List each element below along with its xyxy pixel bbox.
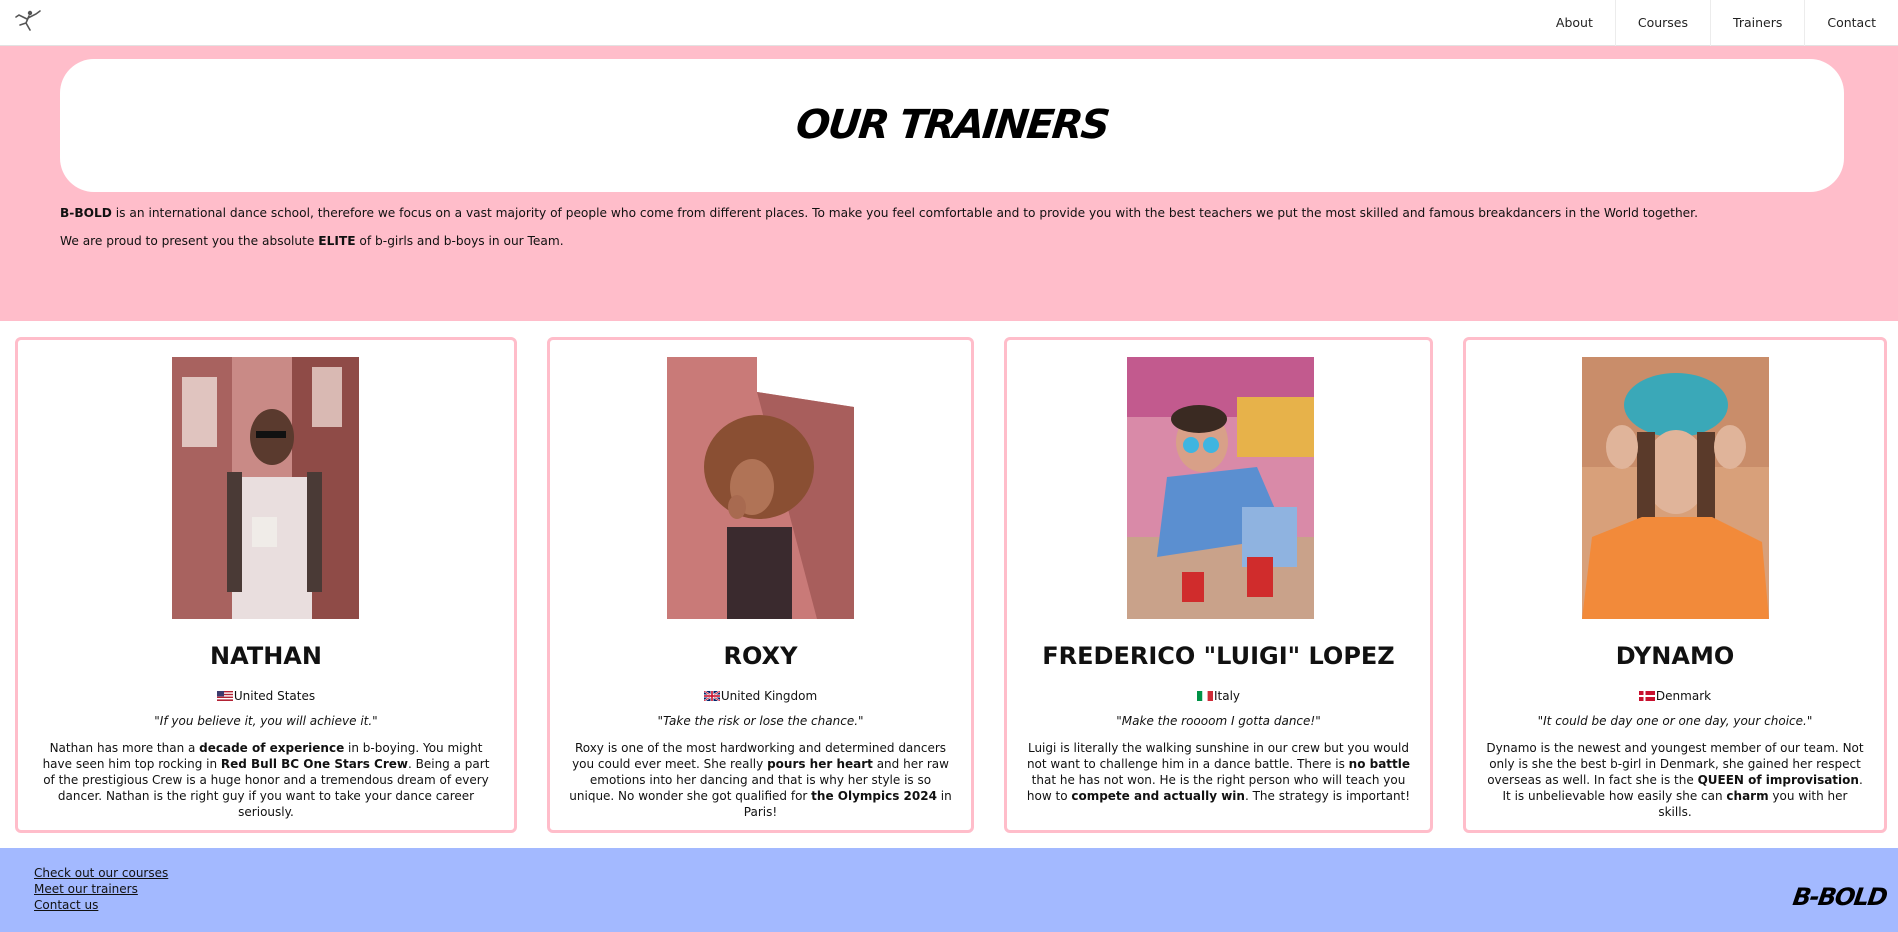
italy-flag-icon [1196, 690, 1213, 701]
description-highlight: the Olympics 2024 [811, 789, 937, 803]
trainer-description: Nathan has more than a decade of experie… [36, 740, 496, 820]
trainer-quote: "Make the roooom I gotta dance!" [1116, 714, 1321, 728]
description-highlight: QUEEN of improvisation [1697, 773, 1859, 787]
footer-link-contact[interactable]: Contact us [34, 897, 168, 913]
trainer-country: United States [18, 689, 514, 703]
nav-link-trainers[interactable]: Trainers [1710, 0, 1804, 46]
elite-text-before: We are proud to present you the absolute [60, 234, 319, 248]
trainer-name: DYNAMO [1615, 642, 1735, 670]
uk-flag-icon [703, 690, 721, 702]
trainer-photo-roxy [667, 357, 854, 619]
trainer-quote: "Take the risk or lose the chance." [657, 714, 864, 728]
brand-name: B-BOLD [60, 206, 112, 220]
nav-links: About Courses Trainers Contact [1534, 0, 1898, 46]
trainer-photo-dynamo [1582, 357, 1769, 619]
trainer-country: Italy [1007, 689, 1430, 703]
trainer-name: ROXY [723, 642, 798, 670]
intro-paragraph: B-BOLD is an international dance school,… [60, 206, 1698, 220]
description-highlight: no battle [1348, 757, 1411, 771]
nav-link-courses[interactable]: Courses [1614, 0, 1710, 46]
nav-link-about[interactable]: About [1534, 0, 1615, 46]
trainer-description: Dynamo is the newest and youngest member… [1484, 740, 1866, 820]
trainer-card-dynamo: DYNAMO Denmark "It could be day one or o… [1463, 337, 1887, 833]
country-label: Denmark [1655, 689, 1712, 703]
trainer-country: Denmark [1466, 689, 1884, 703]
top-navbar: About Courses Trainers Contact [0, 0, 1898, 46]
description-highlight: charm [1726, 789, 1769, 803]
trainer-quote: "It could be day one or one day, your ch… [1537, 714, 1813, 728]
description-highlight: compete and actually win [1071, 789, 1245, 803]
trainer-photo-nathan [172, 357, 359, 619]
description-highlight: decade of experience [199, 741, 345, 755]
nav-link-contact[interactable]: Contact [1804, 0, 1898, 46]
denmark-flag-icon [1638, 690, 1655, 701]
elite-paragraph: We are proud to present you the absolute… [60, 234, 564, 248]
country-label: United States [233, 689, 316, 703]
trainer-name: NATHAN [210, 642, 322, 670]
description-highlight: pours her heart [767, 757, 873, 771]
description-text: Nathan has more than a [49, 741, 200, 755]
trainer-photo-luigi [1127, 357, 1314, 619]
intro-text: is an international dance school, theref… [111, 206, 1698, 220]
footer-links: Check out our courses Meet our trainers … [34, 865, 168, 913]
trainer-name: FREDERICO "LUIGI" LOPEZ [1042, 642, 1395, 670]
page-title: OUR TRAINERS [793, 102, 1111, 148]
footer: Check out our courses Meet our trainers … [0, 848, 1898, 932]
footer-brand-logo: B-BOLD [1790, 883, 1888, 911]
trainer-quote: "If you believe it, you will achieve it.… [154, 714, 378, 728]
country-label: United Kingdom [720, 689, 818, 703]
trainer-card-roxy: ROXY United Kingdom "Take the risk or lo… [547, 337, 974, 833]
trainer-card-luigi: FREDERICO "LUIGI" LOPEZ Italy "Make the … [1004, 337, 1433, 833]
dancer-logo-icon[interactable] [14, 8, 42, 34]
hero-section: OUR TRAINERS B-BOLD is an international … [0, 46, 1898, 321]
trainer-card-nathan: NATHAN United States "If you believe it,… [15, 337, 517, 833]
hero-title-card: OUR TRAINERS [60, 59, 1844, 192]
description-text: . The strategy is important! [1244, 789, 1411, 803]
us-flag-icon [216, 690, 233, 701]
footer-link-trainers[interactable]: Meet our trainers [34, 881, 168, 897]
country-label: Italy [1213, 689, 1241, 703]
description-highlight: Red Bull BC One Stars Crew [220, 757, 408, 771]
trainer-description: Roxy is one of the most hardworking and … [568, 740, 953, 820]
elite-text-bold: ELITE [318, 234, 356, 248]
trainer-country: United Kingdom [550, 689, 971, 703]
trainer-description: Luigi is literally the walking sunshine … [1025, 740, 1412, 804]
elite-text-after: of b-girls and b-boys in our Team. [355, 234, 564, 248]
footer-link-courses[interactable]: Check out our courses [34, 865, 168, 881]
